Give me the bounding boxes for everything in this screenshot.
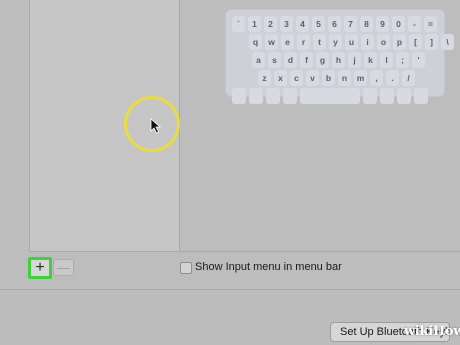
keyboard-key: g [316, 52, 329, 68]
keyboard-key: a [252, 52, 265, 68]
keyboard-key: ' [412, 52, 425, 68]
keyboard-key: i [361, 34, 374, 50]
keyboard-key: 0 [392, 16, 405, 32]
keyboard-key: \ [441, 34, 454, 50]
keyboard-key: 6 [328, 16, 341, 32]
keyboard-key: 3 [280, 16, 293, 32]
keyboard-key: 5 [312, 16, 325, 32]
keyboard-key: x [274, 70, 287, 86]
keyboard-key: n [338, 70, 351, 86]
keyboard-key: w [265, 34, 278, 50]
keyboard-key [232, 88, 246, 104]
keyboard-key: z [258, 70, 271, 86]
keyboard-key [283, 88, 297, 104]
show-input-menu-checkbox[interactable] [180, 262, 192, 274]
keyboard-key: d [284, 52, 297, 68]
wikihow-watermark: wikiHow [404, 324, 460, 339]
keyboard-key: h [332, 52, 345, 68]
keyboard-key: 9 [376, 16, 389, 32]
keyboard-key: 7 [344, 16, 357, 32]
keyboard-key: m [354, 70, 367, 86]
keyboard-key: , [370, 70, 383, 86]
keyboard-key: c [290, 70, 303, 86]
keyboard-key [380, 88, 394, 104]
keyboard-layout-preview: ` 1 2 3 4 5 6 7 8 9 0- = q w e r t y u i o p[] \ a s d f g h j k l; ' z x c… [225, 9, 454, 104]
keyboard-key: 4 [296, 16, 309, 32]
keyboard-key: / [402, 70, 415, 86]
add-input-source-button[interactable]: + [28, 257, 52, 279]
mouse-pointer-icon [150, 118, 162, 134]
keyboard-key: 1 [248, 16, 261, 32]
keyboard-key: l [380, 52, 393, 68]
keyboard-key: 2 [264, 16, 277, 32]
keyboard-key: b [322, 70, 335, 86]
divider [0, 289, 460, 290]
keyboard-row: ` 1 2 3 4 5 6 7 8 9 0- = [232, 16, 438, 32]
keyboard-row [232, 88, 438, 104]
remove-input-source-button[interactable]: — [53, 259, 74, 276]
keyboard-row: z x c v b n m,. / [232, 70, 438, 86]
keyboard-key [363, 88, 377, 104]
keyboard-key: 8 [360, 16, 373, 32]
keyboard-key: p [393, 34, 406, 50]
keyboard-key [249, 88, 263, 104]
keyboard-key: ; [396, 52, 409, 68]
keyboard-row: a s d f g h j k l; ' [232, 52, 438, 68]
keyboard-key: . [386, 70, 399, 86]
keyboard-key: s [268, 52, 281, 68]
keyboard-key: = [424, 16, 437, 32]
minus-icon: — [57, 260, 70, 275]
keyboard-key: - [408, 16, 421, 32]
keyboard-key: ] [425, 34, 438, 50]
keyboard-key: v [306, 70, 319, 86]
keyboard-key: [ [409, 34, 422, 50]
keyboard-key: r [297, 34, 310, 50]
keyboard-key: y [329, 34, 342, 50]
keyboard-key: k [364, 52, 377, 68]
keyboard-key: o [377, 34, 390, 50]
keyboard-key: u [345, 34, 358, 50]
keyboard-key: f [300, 52, 313, 68]
keyboard-key: ` [232, 16, 245, 32]
keyboard-key: q [249, 34, 262, 50]
show-input-menu-label[interactable]: Show Input menu in menu bar [195, 261, 342, 273]
keyboard-key [397, 88, 411, 104]
plus-icon: + [35, 259, 45, 276]
keyboard-key [300, 88, 360, 104]
keyboard-row: q w e r t y u i o p[] \ [232, 34, 454, 50]
keyboard-key: e [281, 34, 294, 50]
keyboard-key [414, 88, 428, 104]
keyboard-key: t [313, 34, 326, 50]
keyboard-key [266, 88, 280, 104]
keyboard-key: j [348, 52, 361, 68]
